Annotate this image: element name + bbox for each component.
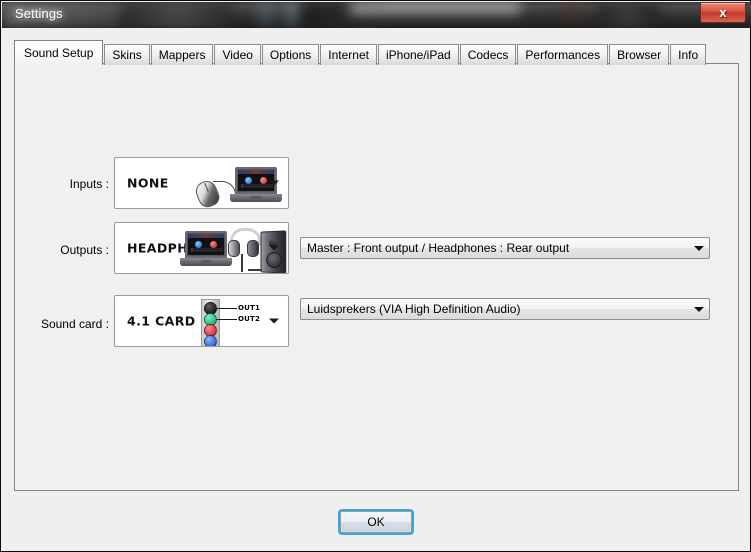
sound-card-device-value: Luidsprekers (VIA High Definition Audio) <box>301 302 689 316</box>
tab-codecs[interactable]: Codecs <box>460 44 517 65</box>
tab-label: Options <box>270 48 311 62</box>
chevron-down-icon <box>269 246 279 251</box>
ok-button[interactable]: OK <box>338 509 414 535</box>
outputs-combo[interactable]: HEADPHONES <box>114 222 289 274</box>
close-icon: x <box>719 6 726 19</box>
sound-card-label: Sound card : <box>19 317 109 331</box>
ok-button-label: OK <box>367 515 384 529</box>
inputs-label: Inputs : <box>19 177 109 191</box>
tab-label: Codecs <box>468 48 509 62</box>
inputs-value: NONE <box>127 176 169 191</box>
sound-card-value: 4.1 CARD <box>127 314 196 329</box>
glass-reflection <box>350 2 520 28</box>
tab-label: Browser <box>617 48 661 62</box>
outputs-label: Outputs : <box>19 243 109 257</box>
chevron-down-icon <box>269 181 279 186</box>
close-button[interactable]: x <box>700 2 746 23</box>
tab-label: Video <box>222 48 252 62</box>
tab-mappers[interactable]: Mappers <box>151 44 214 65</box>
tab-label: Sound Setup <box>24 46 93 60</box>
tab-video[interactable]: Video <box>214 44 260 65</box>
chevron-down-icon <box>269 319 279 324</box>
window-title: Settings <box>15 6 63 21</box>
chevron-down-icon <box>689 246 709 251</box>
chevron-down-icon <box>689 307 709 312</box>
tab-sound-setup[interactable]: Sound Setup <box>14 40 103 65</box>
tab-info[interactable]: Info <box>670 44 706 65</box>
output-routing-combo[interactable]: Master : Front output / Headphones : Rea… <box>300 237 710 259</box>
tab-iphone-ipad[interactable]: iPhone/iPad <box>378 44 459 65</box>
title-bar: Settings <box>2 2 751 28</box>
tab-strip: Sound Setup Skins Mappers Video Options … <box>14 41 707 65</box>
tab-label: Performances <box>525 48 600 62</box>
tab-label: Mappers <box>159 48 206 62</box>
sound-card-combo[interactable]: 4.1 CARD OUT1 OUT2 <box>114 295 289 347</box>
jack-label-out1: OUT1 <box>238 304 260 312</box>
glass-reflection <box>284 2 300 28</box>
output-routing-value: Master : Front output / Headphones : Rea… <box>301 241 689 255</box>
tab-options[interactable]: Options <box>262 44 319 65</box>
tab-internet[interactable]: Internet <box>320 44 377 65</box>
settings-window: Settings x Sound Setup Skins Mappers Vid… <box>0 0 751 552</box>
tab-label: iPhone/iPad <box>386 48 451 62</box>
sound-card-device-combo[interactable]: Luidsprekers (VIA High Definition Audio) <box>300 298 710 320</box>
inputs-combo[interactable]: NONE <box>114 157 289 209</box>
glass-reflection <box>598 2 658 28</box>
glass-reflection <box>562 2 584 28</box>
tab-label: Info <box>678 48 698 62</box>
tab-label: Skins <box>112 48 141 62</box>
glass-reflection <box>122 2 232 28</box>
tab-skins[interactable]: Skins <box>104 44 149 65</box>
sound-setup-panel: Inputs : NONE <box>14 63 739 491</box>
jack-label-out2: OUT2 <box>238 315 260 323</box>
glass-reflection <box>257 2 275 28</box>
tab-label: Internet <box>328 48 369 62</box>
tab-browser[interactable]: Browser <box>609 44 669 65</box>
ok-button-face: OK <box>340 511 412 533</box>
tab-performances[interactable]: Performances <box>517 44 608 65</box>
